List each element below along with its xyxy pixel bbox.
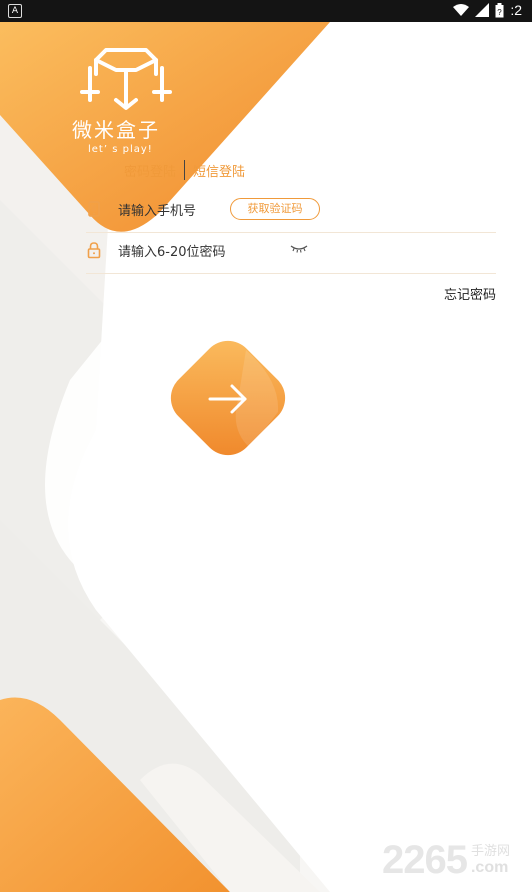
logo-title: 微米盒子 [72,118,160,142]
watermark: 2265 手游网 .com [382,838,510,883]
phone-field-row: 获取验证码 [86,188,496,233]
logo-box-icon [80,48,172,110]
password-field-row [86,229,496,274]
login-arrow-button[interactable] [150,320,306,476]
tab-divider [184,160,186,180]
lock-icon [87,242,101,259]
watermark-number: 2265 [382,838,468,882]
watermark-text: 手游网 [470,844,510,859]
watermark-text-group: 手游网 .com [471,840,510,877]
login-tabs: 密码登陆 短信登陆 [124,160,245,180]
watermark-suffix: .com [470,859,509,876]
phone-icon [88,201,100,217]
tab-sms-login[interactable]: 短信登陆 [193,161,245,180]
tab-password-login[interactable]: 密码登陆 [124,161,176,180]
logo-subtitle: let’ s play! [88,144,153,155]
get-code-button[interactable]: 获取验证码 [230,198,320,220]
eye-closed-icon[interactable] [290,243,308,255]
forgot-password-link[interactable]: 忘记密码 [444,284,496,303]
